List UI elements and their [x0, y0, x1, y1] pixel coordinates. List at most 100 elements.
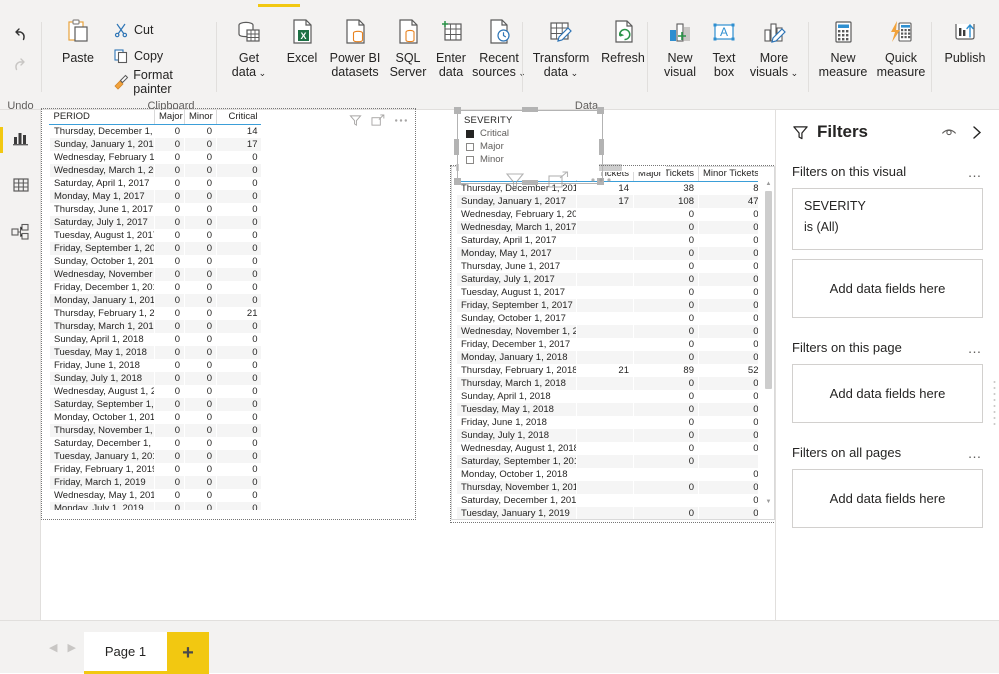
table2[interactable]: PERIODal TicketsMajor TicketsMinor Ticke… — [456, 167, 758, 519]
table-cell[interactable]: 0 — [634, 442, 699, 455]
table-row[interactable]: Friday, June 1, 2018 0 0 — [457, 416, 758, 429]
table-cell[interactable]: Thursday, June 1, 2017 — [457, 260, 577, 273]
table-row[interactable]: Sunday, July 1, 2018 0 0 — [456, 429, 758, 442]
table-cell[interactable]: 89 — [634, 364, 699, 377]
table-cell[interactable] — [577, 390, 634, 403]
table-row[interactable]: Thursday, December 1, 20160014 — [50, 125, 262, 139]
table-row[interactable]: Wednesday, August 1, 2018000 — [50, 385, 262, 398]
table-cell[interactable]: 0 — [698, 507, 758, 519]
table-cell[interactable]: Saturday, September 1, 2018 — [456, 455, 577, 468]
table-cell[interactable]: 0 — [185, 489, 217, 502]
column-header-1[interactable]: Major — [154, 110, 185, 125]
table-cell[interactable]: 0 — [699, 494, 758, 507]
new-measure-button[interactable]: New measure — [813, 14, 873, 92]
table-cell[interactable]: 0 — [216, 372, 261, 385]
resize-handle-w[interactable] — [454, 139, 459, 155]
table-cell[interactable]: 0 — [154, 320, 185, 333]
table-cell[interactable]: Sunday, January 1, 2017 — [456, 195, 577, 208]
table-cell[interactable]: 0 — [216, 320, 261, 333]
table-cell[interactable]: 0 — [154, 476, 185, 489]
table-cell[interactable] — [698, 455, 758, 468]
table-cell[interactable]: 0 — [699, 338, 758, 351]
sidebar-item-data-view[interactable] — [0, 167, 41, 207]
table-cell[interactable]: 0 — [154, 294, 185, 307]
table-cell[interactable]: Saturday, July 1, 2017 — [456, 273, 577, 286]
table-cell[interactable]: 0 — [185, 281, 217, 294]
column-header-2[interactable]: Minor — [184, 110, 217, 125]
table-cell[interactable]: Monday, January 1, 2018 — [456, 351, 577, 364]
redo-button[interactable] — [6, 52, 38, 75]
table-cell[interactable]: 0 — [154, 190, 185, 203]
table-cell[interactable]: 0 — [216, 450, 261, 463]
table-cell[interactable]: 14 — [217, 125, 262, 139]
filter-dropzone-all-pages[interactable]: Add data fields here — [792, 469, 983, 528]
table-row[interactable]: Saturday, July 1, 2017 0 0 0 — [49, 216, 261, 229]
table-cell[interactable]: 0 — [185, 463, 217, 476]
table-cell[interactable]: 0 — [217, 359, 262, 372]
table-cell[interactable]: Wednesday, February 1, 2017 — [457, 208, 577, 221]
table-cell[interactable]: Wednesday, February 1, 2017 — [50, 151, 155, 164]
more-options-icon[interactable] — [394, 114, 408, 127]
table-cell[interactable]: 0 — [634, 338, 699, 351]
table-cell[interactable]: Friday, September 1, 2017 — [49, 242, 155, 255]
table-cell[interactable]: Friday, September 1, 2017 — [456, 299, 577, 312]
focus-mode-icon[interactable] — [547, 170, 569, 190]
table-cell[interactable]: 0 — [154, 346, 185, 359]
table-cell[interactable]: 0 — [154, 164, 185, 177]
table-cell[interactable] — [576, 247, 634, 260]
table-row[interactable]: Sunday, January 1, 2017 17 108 47 — [456, 195, 758, 208]
table-cell[interactable]: 0 — [216, 242, 261, 255]
table-cell[interactable]: 0 — [699, 468, 758, 481]
table-row[interactable]: Tuesday, January 1, 2019 0 0 — [456, 507, 758, 519]
column-header-3[interactable]: Minor Tickets — [698, 167, 758, 182]
table-cell[interactable]: 0 — [184, 164, 217, 177]
table-cell[interactable] — [634, 468, 699, 481]
table-cell[interactable]: 0 — [633, 273, 699, 286]
table-row[interactable]: Saturday, September 1, 2018 0 — [456, 455, 758, 468]
table-cell[interactable]: Friday, June 1, 2018 — [50, 359, 155, 372]
format-painter-button[interactable]: Format painter — [110, 68, 216, 96]
table-cell[interactable]: Saturday, December 1, 2018 — [457, 494, 577, 507]
table2-scroll-region[interactable]: PERIODal TicketsMajor TicketsMinor Ticke… — [456, 167, 758, 519]
table-cell[interactable]: 0 — [185, 437, 217, 450]
table-row[interactable]: Friday, June 1, 2018 0 0 0 — [50, 359, 262, 372]
table-row[interactable]: Sunday, July 1, 2018 0 0 0 — [49, 372, 261, 385]
section-more-options-icon[interactable]: … — [968, 165, 984, 179]
table-row[interactable]: Thursday, June 1, 2017 0 0 0 — [50, 203, 262, 216]
table-cell[interactable]: Monday, May 1, 2017 — [49, 190, 155, 203]
table-row[interactable]: Sunday, October 1, 2017 0 0 0 — [50, 255, 262, 268]
table-row[interactable]: Wednesday, February 1, 2017000 — [50, 151, 262, 164]
table-cell[interactable] — [634, 494, 699, 507]
table-cell[interactable]: 0 — [155, 489, 185, 502]
table-cell[interactable] — [576, 377, 634, 390]
checkbox-icon[interactable] — [466, 155, 474, 164]
table-row[interactable]: Tuesday, May 1, 2018 0 0 0 — [49, 346, 261, 359]
table-cell[interactable]: 0 — [217, 203, 262, 216]
table-cell[interactable]: Thursday, February 1, 2018 — [50, 307, 155, 320]
table-cell[interactable]: 0 — [698, 247, 758, 260]
table-cell[interactable]: Tuesday, January 1, 2019 — [49, 450, 155, 463]
table-row[interactable]: Saturday, July 1, 2017 0 0 — [456, 273, 758, 286]
table-cell[interactable] — [577, 442, 634, 455]
table-row[interactable]: Friday, December 1, 2017 0 0 0 — [50, 281, 262, 294]
table-cell[interactable]: 0 — [154, 268, 185, 281]
filter-dropzone-visual[interactable]: Add data fields here — [792, 259, 983, 318]
table-cell[interactable]: 0 — [634, 234, 699, 247]
table-cell[interactable]: 0 — [633, 377, 699, 390]
table-cell[interactable]: 0 — [698, 351, 758, 364]
table-cell[interactable]: Tuesday, August 1, 2017 — [50, 229, 155, 242]
table-cell[interactable]: 0 — [698, 221, 758, 234]
table-cell[interactable] — [576, 351, 634, 364]
table-cell[interactable]: Tuesday, August 1, 2017 — [457, 286, 577, 299]
table-cell[interactable] — [576, 455, 634, 468]
table-cell[interactable]: Friday, June 1, 2018 — [457, 416, 577, 429]
table-cell[interactable] — [577, 286, 634, 299]
table-cell[interactable]: 0 — [216, 216, 261, 229]
table-cell[interactable]: 0 — [155, 177, 185, 190]
table-cell[interactable]: 0 — [185, 385, 217, 398]
scroll-up-arrow-icon[interactable]: ▲ — [764, 181, 773, 187]
table-cell[interactable] — [576, 507, 634, 519]
slicer-visual-severity[interactable]: SEVERITY Critical Major Minor — [454, 107, 604, 185]
table-cell[interactable]: 17 — [216, 138, 261, 151]
table-cell[interactable] — [577, 234, 634, 247]
